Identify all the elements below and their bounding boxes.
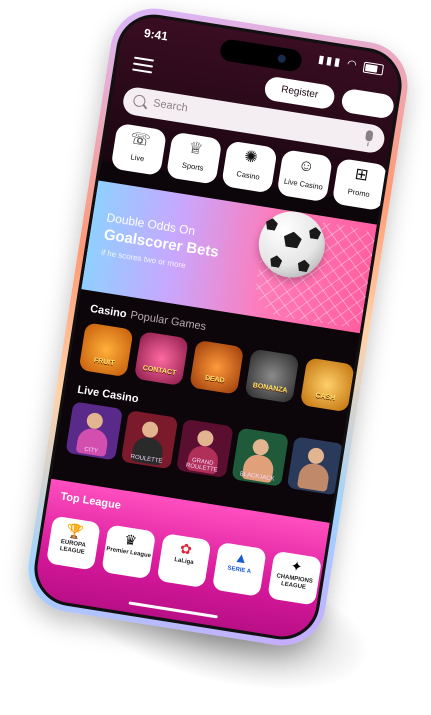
search-placeholder: Search bbox=[152, 97, 189, 115]
league-tile-serie-a[interactable]: ▲ SERIE A bbox=[211, 541, 267, 597]
status-time: 9:41 bbox=[143, 25, 169, 44]
gift-icon: ⊞ bbox=[353, 165, 370, 185]
home-indicator[interactable] bbox=[128, 601, 218, 619]
game-label: CONTACT bbox=[142, 364, 177, 377]
league-tile-champions[interactable]: ✦ CHAMPIONS LEAGUE bbox=[267, 550, 323, 606]
game-label: CASH bbox=[314, 392, 336, 403]
camera-icon bbox=[277, 54, 287, 64]
category-live[interactable]: ☏ Live bbox=[110, 122, 168, 177]
game-tile[interactable]: CASH bbox=[299, 357, 355, 413]
game-tile[interactable]: BONANZA bbox=[244, 348, 300, 404]
game-label: BONANZA bbox=[252, 382, 288, 395]
microphone-icon[interactable] bbox=[364, 129, 374, 142]
league-tile-laliga[interactable]: ✿ LaLiga bbox=[156, 533, 212, 589]
live-casino-card[interactable]: ROULETTE bbox=[120, 410, 179, 470]
game-tile[interactable]: CONTACT bbox=[133, 331, 189, 386]
category-sports[interactable]: ♕ Sports bbox=[165, 131, 223, 185]
live-icon: ☏ bbox=[129, 130, 152, 151]
category-live-casino[interactable]: ☺ Live Casino bbox=[276, 149, 334, 203]
league-tile-premier[interactable]: ♛ Premier League bbox=[101, 524, 157, 580]
top-league-title: Top League bbox=[59, 490, 122, 512]
live-casino-card[interactable] bbox=[286, 436, 345, 496]
game-tile[interactable]: DEAD bbox=[189, 339, 245, 395]
casino-subtitle: Popular Games bbox=[129, 309, 207, 334]
game-label: FRUIT bbox=[93, 357, 115, 368]
phone-bezel: 9:41 ▮▮▮ ◠ Register Search ☏ Live ♕ Spor… bbox=[22, 2, 414, 652]
search-icon bbox=[132, 94, 147, 108]
signal-icon: ▮▮▮ bbox=[317, 53, 344, 70]
live-casino-card[interactable]: GRAND ROULETTE bbox=[176, 418, 234, 479]
phone-mockup: 9:41 ▮▮▮ ◠ Register Search ☏ Live ♕ Spor… bbox=[22, 2, 414, 652]
casino-chip-icon: ✺ bbox=[242, 148, 259, 168]
hamburger-menu-icon[interactable] bbox=[132, 56, 155, 74]
live-casino-card[interactable]: BLACKJACK bbox=[231, 427, 289, 487]
battery-icon bbox=[362, 61, 385, 76]
trophy-icon: ♕ bbox=[187, 139, 205, 159]
league-tile-europa[interactable]: 🏆 EUROPA LEAGUE bbox=[45, 515, 101, 571]
live-casino-card[interactable]: CITY bbox=[65, 401, 123, 461]
phone-screen: 9:41 ▮▮▮ ◠ Register Search ☏ Live ♕ Spor… bbox=[28, 9, 408, 645]
dealer-icon: ☺ bbox=[296, 156, 316, 176]
casino-title: Casino bbox=[89, 302, 128, 321]
wifi-icon: ◠ bbox=[346, 58, 360, 72]
game-label: DEAD bbox=[204, 374, 226, 385]
category-casino[interactable]: ✺ Casino bbox=[221, 140, 278, 194]
category-promo[interactable]: ⊞ Promo bbox=[331, 157, 389, 212]
game-tile[interactable]: FRUIT bbox=[78, 322, 134, 378]
